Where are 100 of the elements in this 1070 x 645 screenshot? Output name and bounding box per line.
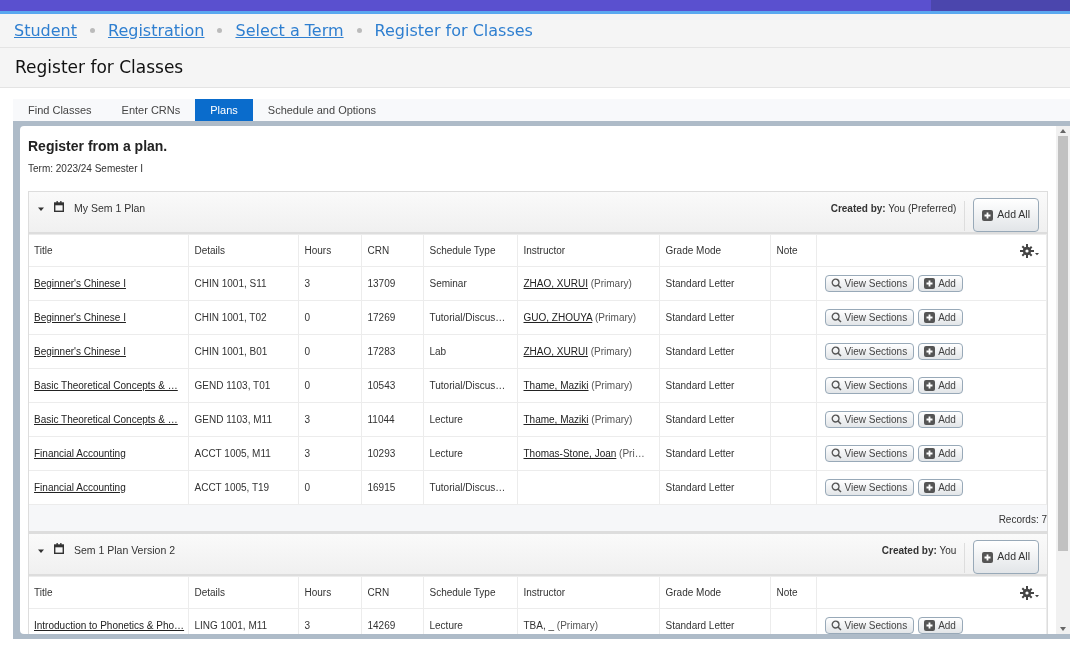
panel-heading: Register from a plan.	[28, 137, 169, 156]
table-cell: 10293	[361, 436, 423, 471]
course-link[interactable]: Beginner's Chinese I	[34, 312, 126, 323]
plus-icon	[924, 380, 936, 391]
instructor-link[interactable]: ZHAO, XURUI	[523, 278, 588, 289]
table-cell: CHIN 1001, S11	[188, 266, 298, 301]
add-button[interactable]: Add	[918, 411, 963, 428]
table-cell: Standard Letter	[659, 300, 770, 335]
table-cell: Standard Letter	[659, 470, 770, 505]
add-button[interactable]: Add	[918, 479, 963, 496]
search-icon	[830, 278, 842, 289]
search-icon	[830, 312, 842, 323]
column-header: Schedule Type	[423, 234, 517, 267]
column-header: Schedule Type	[423, 576, 517, 609]
table-cell: 17283	[361, 334, 423, 369]
instructor-link[interactable]: GUO, ZHOUYA	[523, 312, 593, 323]
table-cell: 10543	[361, 368, 423, 403]
column-header: Instructor	[517, 234, 659, 267]
add-all-button[interactable]: Add All	[973, 540, 1039, 574]
plus-icon	[924, 346, 936, 357]
add-button[interactable]: Add	[918, 309, 963, 326]
table-cell: GEND 1103, M11	[188, 402, 298, 437]
column-header: Instructor	[517, 576, 659, 609]
column-header: Details	[188, 234, 298, 267]
add-button[interactable]: Add	[918, 445, 963, 462]
course-link[interactable]: Financial Accounting	[34, 482, 126, 493]
table-cell: Standard Letter	[659, 266, 770, 301]
breadcrumb-link[interactable]: Select a Term	[235, 18, 344, 43]
separator-dot	[217, 28, 223, 33]
table-cell: 3	[298, 266, 361, 301]
tab[interactable]: Plans	[195, 99, 253, 121]
tab[interactable]: Find Classes	[13, 99, 107, 121]
table-cell: 0	[298, 368, 361, 403]
add-button[interactable]: Add	[918, 343, 963, 360]
page-title: Register for Classes	[15, 55, 184, 79]
table-cell: 11044	[361, 402, 423, 437]
search-icon	[830, 346, 842, 357]
view-sections-button[interactable]: View Sections	[824, 617, 915, 634]
search-icon	[830, 482, 842, 493]
breadcrumb-link[interactable]: Student	[14, 18, 77, 43]
plus-icon	[982, 209, 994, 221]
instructor-link[interactable]: Thame, Maziki	[523, 414, 589, 425]
created-by-label: Created by: You	[881, 543, 966, 573]
table-cell: 0	[298, 334, 361, 369]
breadcrumb-link[interactable]: Registration	[108, 18, 205, 43]
column-header: Hours	[298, 576, 361, 609]
scrollbar[interactable]	[1056, 126, 1070, 634]
add-all-button[interactable]: Add All	[973, 198, 1039, 232]
table-cell: Standard Letter	[659, 402, 770, 437]
add-button[interactable]: Add	[918, 617, 963, 634]
table-cell: ACCT 1005, M11	[188, 436, 298, 471]
settings-icon[interactable]	[1020, 243, 1040, 258]
course-link[interactable]: Beginner's Chinese I	[34, 278, 126, 289]
instructor-link[interactable]: ZHAO, XURUI	[523, 346, 588, 357]
separator-dot	[356, 28, 362, 33]
view-sections-button[interactable]: View Sections	[824, 479, 915, 496]
column-header: Note	[770, 576, 816, 609]
column-header: Grade Mode	[659, 234, 770, 267]
column-header: Details	[188, 576, 298, 609]
search-icon	[830, 448, 842, 459]
instructor-role: (Pri…	[619, 448, 645, 459]
view-sections-button[interactable]: View Sections	[824, 411, 915, 428]
tab[interactable]: Enter CRNs	[106, 99, 196, 121]
table-cell: 13709	[361, 266, 423, 301]
table-cell: Tutorial/Discus…	[423, 300, 517, 335]
view-sections-button[interactable]: View Sections	[824, 343, 915, 360]
table-cell: Lecture	[423, 402, 517, 437]
instructor-role: (Primary)	[590, 278, 632, 289]
course-link[interactable]: Beginner's Chinese I	[34, 346, 126, 357]
term-label: Term: 2023/24 Semester I	[28, 162, 145, 176]
search-icon	[830, 414, 842, 425]
plus-icon	[924, 278, 936, 289]
instructor-role: (Primary)	[590, 346, 632, 357]
view-sections-button[interactable]: View Sections	[824, 445, 915, 462]
table-cell: Standard Letter	[659, 436, 770, 471]
settings-icon[interactable]	[1020, 585, 1040, 600]
view-sections-button[interactable]: View Sections	[824, 377, 915, 394]
add-button[interactable]: Add	[918, 377, 963, 394]
course-link[interactable]: Financial Accounting	[34, 448, 126, 459]
plus-icon	[924, 414, 936, 425]
instructor-name: TBA, _	[523, 620, 555, 631]
column-header: Title	[29, 234, 188, 267]
instructor-link[interactable]: Thame, Maziki	[523, 380, 589, 391]
instructor-link[interactable]: Thomas-Stone, Joan	[523, 448, 617, 459]
view-sections-button[interactable]: View Sections	[824, 275, 915, 292]
table-cell: ACCT 1005, T19	[188, 470, 298, 505]
tab[interactable]: Schedule and Options	[252, 99, 392, 121]
table-cell: Lecture	[423, 436, 517, 471]
plus-icon	[924, 448, 936, 459]
table-cell: 17269	[361, 300, 423, 335]
table-cell: 0	[298, 300, 361, 335]
view-sections-button[interactable]: View Sections	[824, 309, 915, 326]
add-button[interactable]: Add	[918, 275, 963, 292]
records-count: Records: 7	[998, 514, 1047, 525]
search-icon	[830, 380, 842, 391]
table-cell: Standard Letter	[659, 368, 770, 403]
separator-dot	[90, 28, 95, 33]
table-cell: CHIN 1001, B01	[188, 334, 298, 369]
table-cell: 16915	[361, 470, 423, 505]
column-header: Title	[29, 576, 188, 609]
